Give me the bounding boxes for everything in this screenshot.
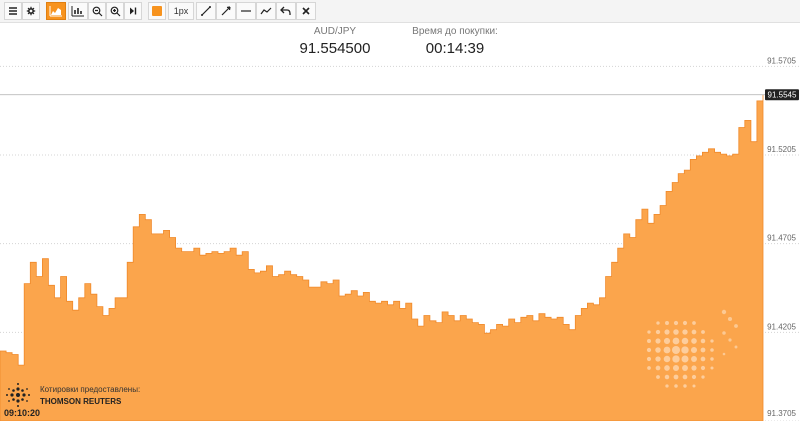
- watermark-dot: [655, 365, 661, 371]
- watermark-dot: [700, 338, 706, 344]
- watermark-dot: [700, 347, 706, 353]
- watermark-dot: [674, 384, 678, 388]
- watermark-dot: [663, 355, 671, 363]
- clock: 09:10:20: [4, 408, 41, 418]
- watermark-dot: [655, 329, 661, 335]
- watermark-dot: [655, 347, 661, 353]
- watermark-dot: [710, 339, 714, 343]
- watermark-dot: [734, 345, 738, 349]
- watermark-dot: [673, 320, 679, 326]
- watermark-dot: [665, 321, 669, 325]
- watermark-dot: [692, 384, 696, 388]
- y-tick-label: 91.4705: [767, 234, 796, 243]
- watermark-dot: [728, 338, 732, 342]
- watermark-dot: [646, 356, 652, 362]
- watermark-dot: [691, 356, 697, 362]
- watermark-dot: [663, 337, 671, 345]
- watermark-dot: [656, 321, 660, 325]
- watermark-dot: [710, 348, 714, 352]
- watermark-dot: [655, 356, 661, 362]
- y-tick-label: 91.5205: [767, 145, 796, 154]
- watermark-dot: [647, 339, 651, 343]
- watermark-dot: [721, 309, 727, 315]
- credit-line-1: Котировки предоставлены:: [40, 385, 141, 394]
- watermark-dot: [734, 324, 738, 328]
- watermark-dot: [655, 338, 661, 344]
- y-tick-label: 91.3705: [767, 409, 796, 418]
- credit-provider-name: THOMSON REUTERS: [40, 397, 122, 406]
- watermark-dot: [681, 355, 689, 363]
- watermark-dot: [672, 364, 680, 372]
- watermark-dot: [690, 346, 698, 354]
- watermark-dot: [691, 374, 697, 380]
- watermark-dot: [663, 346, 671, 354]
- watermark-dot: [682, 329, 688, 335]
- price-area-series: [0, 94, 764, 421]
- watermark-dot: [682, 374, 688, 380]
- watermark-dot: [691, 365, 697, 371]
- watermark-dot: [727, 316, 733, 322]
- watermark-dot: [682, 320, 688, 326]
- watermark-dot: [647, 366, 651, 370]
- watermark-dot: [681, 337, 689, 345]
- watermark-dot: [722, 352, 726, 356]
- watermark-dot: [672, 337, 680, 345]
- watermark-dot: [665, 384, 669, 388]
- watermark-dot: [664, 329, 670, 335]
- watermark-dot: [692, 321, 696, 325]
- price-chart[interactable]: 91.5705 91.5205 91.4705 91.4205 91.3705 91.5…: [0, 0, 800, 421]
- y-axis-labels: 91.5705 91.5205 91.4705 91.4205 91.3705: [767, 56, 796, 418]
- watermark-dot: [681, 346, 689, 354]
- watermark-dot: [673, 374, 679, 380]
- watermark-dot: [683, 384, 687, 388]
- watermark-dot: [701, 330, 705, 334]
- watermark-dot: [672, 355, 680, 363]
- watermark-dot: [710, 357, 714, 361]
- watermark-dot: [656, 375, 660, 379]
- watermark-dot: [722, 331, 726, 335]
- watermark-dot: [646, 347, 652, 353]
- y-tick-label: 91.4205: [767, 322, 796, 331]
- current-price-tag: 91.5545: [765, 89, 799, 101]
- watermark-dot: [701, 375, 705, 379]
- current-price-tag-text: 91.5545: [768, 91, 797, 100]
- watermark-dot: [647, 330, 651, 334]
- watermark-dot: [664, 374, 670, 380]
- watermark-dot: [691, 329, 697, 335]
- watermark-dot: [710, 366, 714, 370]
- watermark-dot: [700, 356, 706, 362]
- watermark-dot: [664, 365, 670, 371]
- thomson-reuters-logo-icon: [6, 383, 30, 407]
- watermark-dot: [672, 346, 680, 354]
- watermark-dot: [682, 365, 688, 371]
- y-tick-label: 91.5705: [767, 56, 796, 65]
- watermark-dot: [691, 338, 697, 344]
- watermark-dot: [700, 365, 706, 371]
- watermark-dot: [673, 329, 679, 335]
